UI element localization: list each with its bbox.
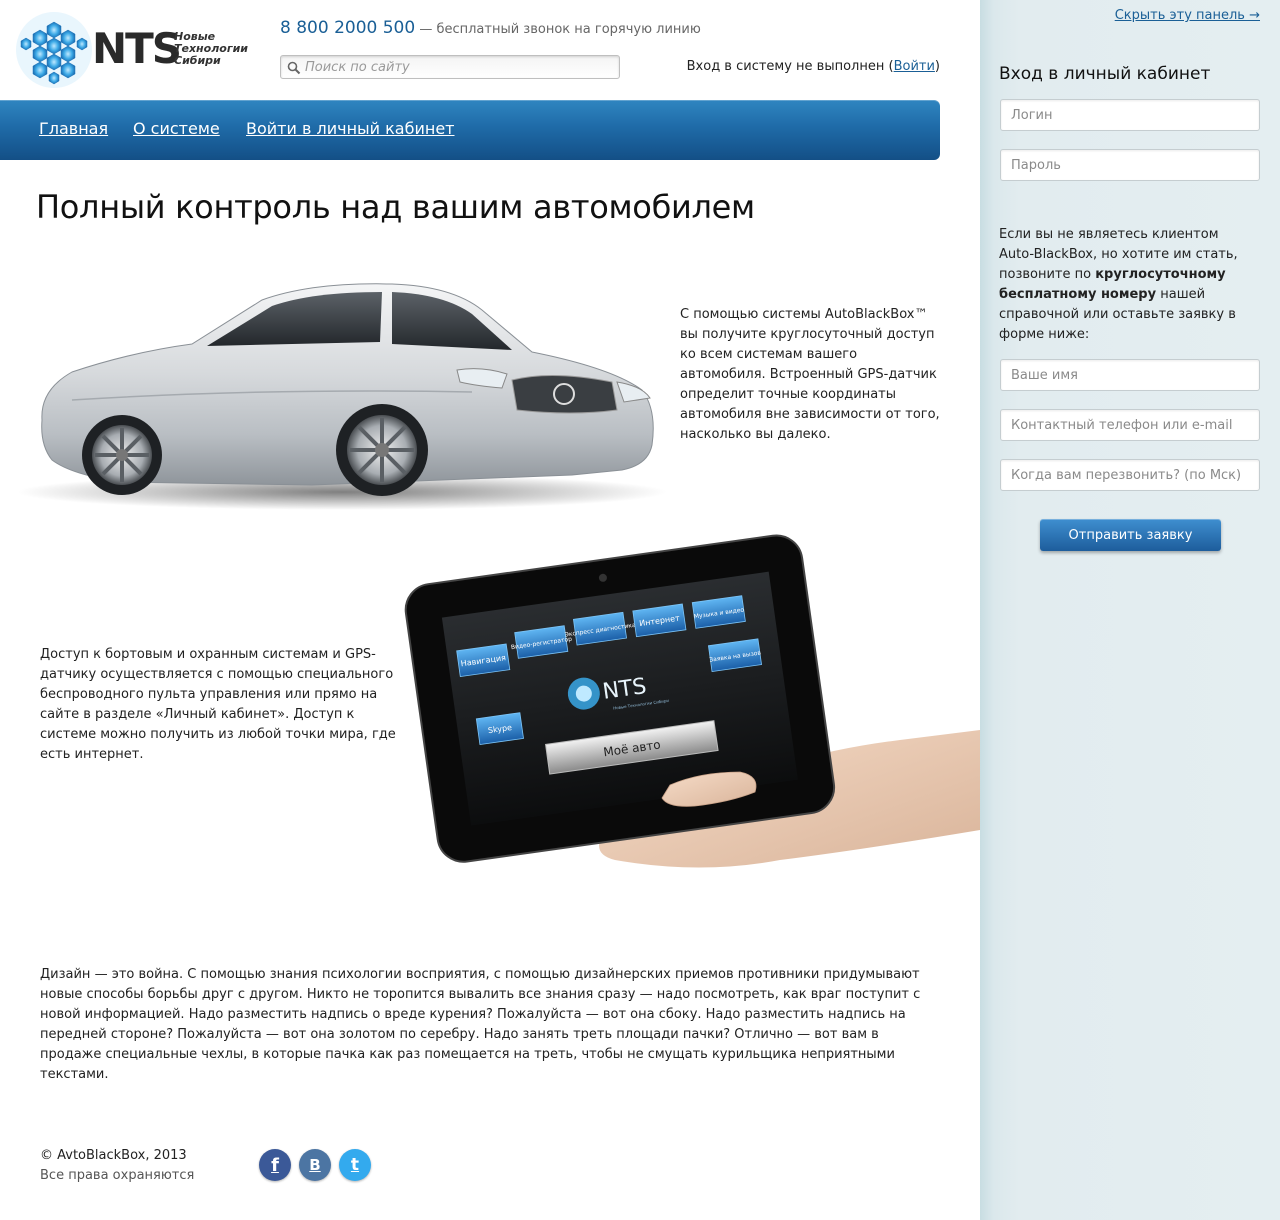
rights-text: Все права охраняются <box>40 1168 195 1183</box>
vk-icon[interactable]: B <box>299 1149 331 1181</box>
hotline-text: — бесплатный звонок на горячую линию <box>415 22 701 37</box>
hotline-number[interactable]: 8 800 2000 500 <box>280 18 415 38</box>
contact-field[interactable] <box>1000 409 1260 441</box>
search-icon <box>287 61 301 75</box>
nav-item-about[interactable]: О системе <box>133 119 220 138</box>
login-field[interactable] <box>1000 99 1260 131</box>
twitter-icon[interactable]: t <box>339 1149 371 1181</box>
hide-panel-link[interactable]: Скрыть эту панель → <box>1115 8 1260 23</box>
copyright-text: © AvtoBlackBox, 2013 <box>40 1148 187 1163</box>
submit-request-button[interactable]: Отправить заявку <box>1040 519 1221 551</box>
callback-time-input[interactable] <box>1001 460 1259 490</box>
search-input[interactable] <box>305 58 605 76</box>
side-info-text: Если вы не являетесь клиентом Auto-Black… <box>999 225 1257 345</box>
copyright: © AvtoBlackBox, 2013 Все права охраняютс… <box>40 1146 194 1186</box>
login-input[interactable] <box>1001 100 1259 130</box>
tagline-line-3: Сибири <box>174 54 221 67</box>
name-field[interactable] <box>1000 359 1260 391</box>
contact-input[interactable] <box>1001 410 1259 440</box>
logo[interactable]: NTS Новые Технологии Сибири <box>14 8 249 92</box>
side-panel: Скрыть эту панель → Вход в личный кабине… <box>980 0 1280 1220</box>
car-image <box>17 283 667 510</box>
login-status: Вход в систему не выполнен (Войти) <box>687 59 940 74</box>
login-link[interactable]: Войти <box>894 59 935 74</box>
name-input[interactable] <box>1001 360 1259 390</box>
main-column: NTS Новые Технологии Сибири 8 800 2000 5… <box>0 0 980 1220</box>
login-status-text: Вход в систему не выполнен ( <box>686 59 894 74</box>
password-input[interactable] <box>1001 150 1259 180</box>
nav-item-cabinet[interactable]: Войти в личный кабинет <box>246 119 455 138</box>
login-status-close: ) <box>934 59 940 74</box>
hotline: 8 800 2000 500 — бесплатный звонок на го… <box>280 18 701 38</box>
facebook-icon[interactable]: f <box>259 1149 291 1181</box>
side-title: Вход в личный кабинет <box>999 64 1211 84</box>
tablet-button-skype: Skype <box>475 712 524 745</box>
search-box[interactable] <box>280 55 620 79</box>
snowflake-logo-icon <box>16 12 92 88</box>
design-paragraph: Дизайн — это война. С помощью знания пси… <box>40 967 921 1082</box>
logo-brand-text: NTS <box>92 24 182 73</box>
main-nav: Главная О системе Войти в личный кабинет <box>0 100 940 160</box>
access-paragraph: Доступ к бортовым и охранным системам и … <box>40 647 396 762</box>
page-title: Полный контроль над вашим автомобилем <box>36 188 755 226</box>
intro-paragraph: С помощью системы AutoBlackBox™ вы получ… <box>680 307 940 442</box>
password-field[interactable] <box>1000 149 1260 181</box>
tablet-image: Навигация Видео-регистратор Экспресс диа… <box>404 534 980 868</box>
nav-item-home[interactable]: Главная <box>39 119 108 138</box>
logo-tagline: Новые Технологии Сибири <box>174 31 248 67</box>
callback-time-field[interactable] <box>1000 459 1260 491</box>
